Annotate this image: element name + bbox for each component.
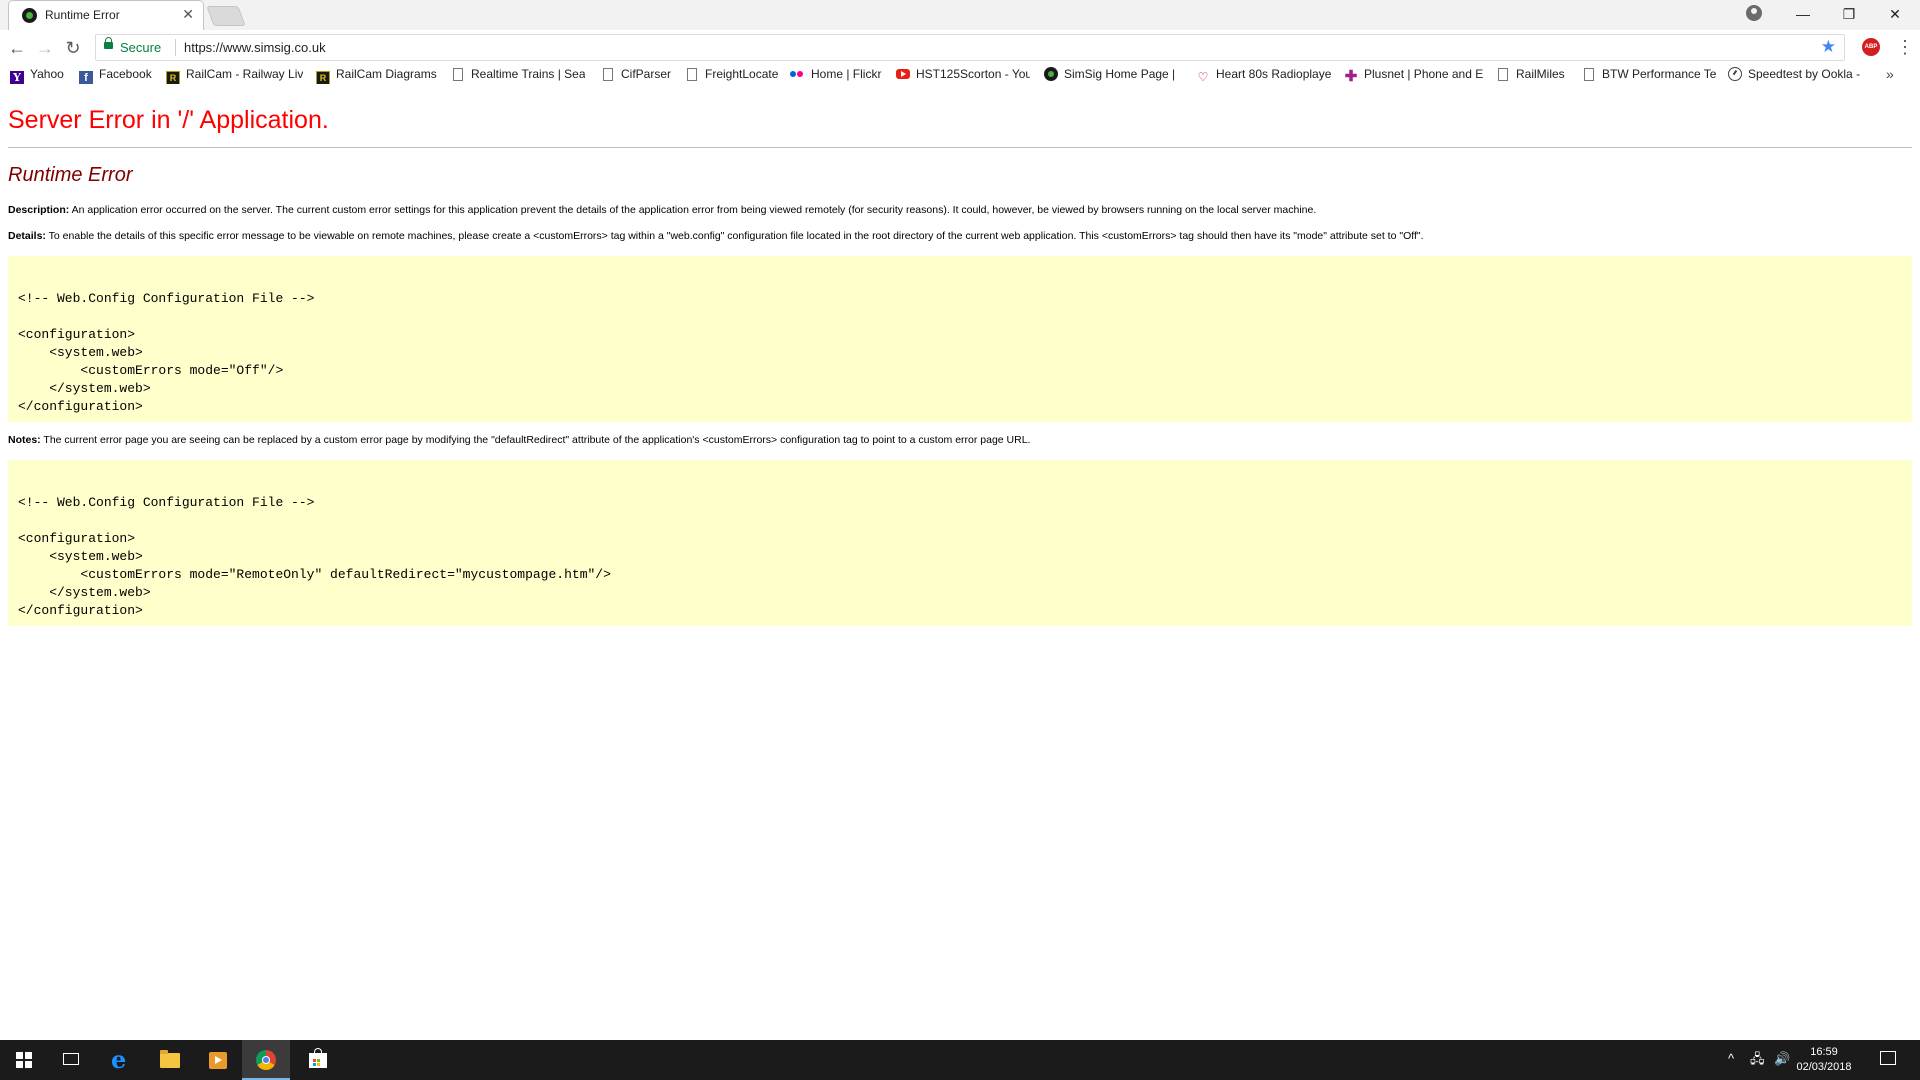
action-center-icon[interactable] bbox=[1880, 1051, 1896, 1065]
config-code-off: <!-- Web.Config Configuration File --> <… bbox=[18, 291, 315, 414]
store-icon bbox=[309, 1048, 327, 1068]
reload-icon[interactable]: ↻ bbox=[62, 37, 84, 59]
description-label: Description: bbox=[8, 204, 70, 216]
bookmark-star-icon[interactable]: ★ bbox=[1821, 37, 1836, 57]
flickr-icon bbox=[789, 67, 805, 81]
task-view-icon bbox=[63, 1053, 79, 1065]
taskbar-store[interactable] bbox=[294, 1040, 342, 1080]
back-arrow-icon[interactable]: ← bbox=[6, 37, 28, 59]
bookmark-freightlocate[interactable]: FreightLocate bbox=[685, 67, 781, 84]
new-tab-button[interactable] bbox=[206, 6, 246, 26]
forward-arrow-icon[interactable]: → bbox=[34, 37, 56, 59]
page-icon bbox=[1498, 68, 1508, 81]
bookmark-simsig-home[interactable]: SimSig Home Page | bbox=[1044, 67, 1178, 84]
tab-close-icon[interactable]: ✕ bbox=[182, 6, 194, 22]
address-bar[interactable]: Secure https://www.simsig.co.uk ★ bbox=[95, 34, 1845, 61]
railcam-icon: R bbox=[316, 71, 330, 84]
notes-paragraph: Notes: The current error page you are se… bbox=[8, 434, 1030, 446]
error-subtitle: Runtime Error bbox=[8, 164, 133, 186]
bookmark-yahoo[interactable]: Y Yahoo bbox=[10, 67, 72, 84]
description-paragraph: Description: An application error occurr… bbox=[8, 204, 1316, 216]
bookmark-facebook[interactable]: f Facebook bbox=[79, 67, 159, 84]
config-code-remoteonly: <!-- Web.Config Configuration File --> <… bbox=[18, 495, 611, 618]
clock-date: 02/03/2018 bbox=[1796, 1061, 1852, 1073]
title-divider bbox=[8, 147, 1912, 148]
close-window-button[interactable]: ✕ bbox=[1872, 0, 1918, 30]
browser-toolbar: ← → ↻ Secure https://www.simsig.co.uk ★ … bbox=[0, 30, 1920, 66]
notes-text: The current error page you are seeing ca… bbox=[40, 434, 1031, 446]
minimize-button[interactable]: — bbox=[1780, 0, 1826, 30]
bookmark-cifparser[interactable]: CifParser bbox=[601, 67, 673, 84]
description-text: An application error occurred on the ser… bbox=[69, 204, 1317, 216]
speedtest-icon bbox=[1728, 67, 1742, 81]
task-view-button[interactable] bbox=[48, 1040, 96, 1080]
bookmark-plusnet[interactable]: ✚ Plusnet | Phone and E bbox=[1344, 67, 1484, 84]
notes-label: Notes: bbox=[8, 434, 41, 446]
start-button[interactable] bbox=[0, 1040, 48, 1080]
bookmark-realtime-trains[interactable]: Realtime Trains | Sear bbox=[451, 67, 585, 84]
tab-runtime-error[interactable]: Runtime Error ✕ bbox=[8, 0, 204, 30]
config-code-block-remoteonly: <!-- Web.Config Configuration File --> <… bbox=[8, 460, 1912, 626]
tray-chevron-icon[interactable]: ^ bbox=[1728, 1051, 1734, 1067]
youtube-icon bbox=[896, 69, 910, 79]
taskbar: e ^ 🖧 🔊 16:59 02/03/2018 bbox=[0, 1040, 1920, 1080]
page-title: Server Error in '/' Application. bbox=[8, 106, 329, 134]
secure-label[interactable]: Secure bbox=[120, 40, 161, 55]
bookmarks-overflow-icon[interactable]: » bbox=[1886, 66, 1894, 82]
page-icon bbox=[1584, 68, 1594, 81]
config-code-block-off: <!-- Web.Config Configuration File --> <… bbox=[8, 256, 1912, 422]
yahoo-icon: Y bbox=[10, 71, 24, 84]
bookmark-railcam-live[interactable]: R RailCam - Railway Liv bbox=[166, 67, 303, 84]
railcam-icon: R bbox=[166, 71, 180, 84]
windows-logo-icon bbox=[16, 1052, 32, 1068]
lock-icon bbox=[104, 37, 113, 49]
bookmark-railcam-diagrams[interactable]: R RailCam Diagrams bbox=[316, 67, 440, 84]
bookmark-speedtest[interactable]: Speedtest by Ookla - bbox=[1728, 67, 1868, 84]
bookmark-heart-80s[interactable]: ♡ Heart 80s Radioplaye bbox=[1196, 67, 1332, 84]
facebook-icon: f bbox=[79, 71, 93, 84]
omnibox-divider bbox=[175, 39, 176, 56]
taskbar-file-explorer[interactable] bbox=[146, 1040, 194, 1080]
plusnet-icon: ✚ bbox=[1344, 68, 1358, 84]
tab-title: Runtime Error bbox=[45, 8, 120, 22]
details-paragraph: Details: To enable the details of this s… bbox=[8, 230, 1424, 242]
url-text[interactable]: https://www.simsig.co.uk bbox=[184, 40, 326, 55]
chrome-icon bbox=[256, 1050, 276, 1070]
simsig-icon bbox=[1044, 67, 1058, 81]
bookmark-flickr[interactable]: Home | Flickr bbox=[789, 67, 885, 84]
bookmark-btw-performance[interactable]: BTW Performance Te bbox=[1582, 67, 1716, 84]
page-icon bbox=[603, 68, 613, 81]
adblock-plus-icon[interactable]: ABP bbox=[1862, 38, 1880, 56]
details-text: To enable the details of this specific e… bbox=[45, 230, 1424, 242]
page-icon bbox=[687, 68, 697, 81]
folder-icon bbox=[160, 1050, 180, 1068]
profile-icon[interactable] bbox=[1746, 5, 1762, 21]
tab-strip: Runtime Error ✕ — ❐ ✕ bbox=[0, 0, 1920, 30]
page-icon bbox=[453, 68, 463, 81]
simsig-favicon-icon bbox=[22, 8, 37, 23]
taskbar-media-player[interactable] bbox=[194, 1040, 242, 1080]
volume-icon[interactable]: 🔊 bbox=[1774, 1051, 1790, 1067]
bookmark-railmiles[interactable]: RailMiles bbox=[1496, 67, 1568, 84]
edge-icon: e bbox=[111, 1045, 127, 1074]
browser-menu-icon[interactable]: ⋮ bbox=[1896, 36, 1914, 58]
restore-button[interactable]: ❐ bbox=[1826, 0, 1872, 30]
taskbar-chrome[interactable] bbox=[242, 1040, 290, 1080]
clock-time: 16:59 bbox=[1810, 1046, 1838, 1058]
details-label: Details: bbox=[8, 230, 46, 242]
taskbar-edge[interactable]: e bbox=[98, 1040, 146, 1080]
network-icon[interactable]: 🖧 bbox=[1750, 1051, 1765, 1067]
media-player-icon bbox=[209, 1052, 227, 1069]
bookmarks-bar: Y Yahoo f Facebook R RailCam - Railway Liv … bbox=[0, 65, 1920, 86]
bookmark-youtube-hst125scorton[interactable]: HST125Scorton - You bbox=[896, 67, 1030, 84]
taskbar-clock[interactable]: 16:59 02/03/2018 bbox=[1796, 1045, 1852, 1075]
heart-icon: ♡ bbox=[1197, 70, 1209, 84]
